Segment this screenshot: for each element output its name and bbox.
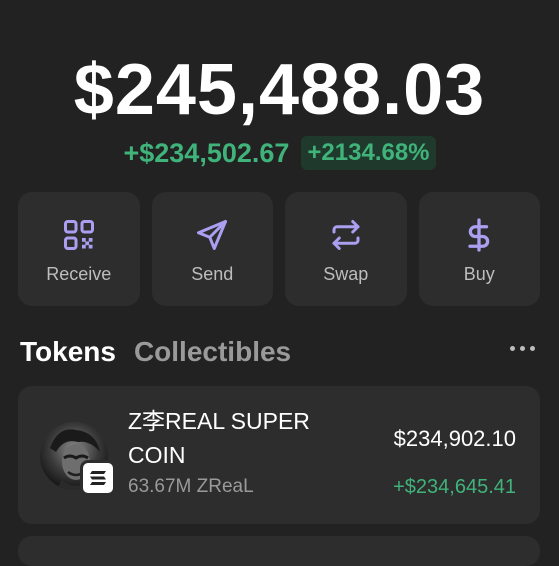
qr-code-icon xyxy=(60,216,98,254)
dot xyxy=(530,346,535,351)
change-amount: +$234,502.67 xyxy=(123,138,290,168)
token-amount: 63.67M ZReaL xyxy=(128,476,254,497)
tab-collectibles[interactable]: Collectibles xyxy=(134,336,291,368)
quick-actions: Receive Send Swap Buy xyxy=(18,192,540,306)
swap-label: Swap xyxy=(323,264,369,284)
dot xyxy=(520,346,525,351)
send-label: Send xyxy=(191,264,234,284)
token-list-item[interactable] xyxy=(18,536,540,566)
buy-button[interactable]: Buy xyxy=(418,192,540,306)
buy-label: Buy xyxy=(463,264,495,284)
send-button[interactable]: Send xyxy=(151,192,273,306)
swap-button[interactable]: Swap xyxy=(285,192,407,306)
asset-tabs: Tokens Collectibles xyxy=(20,336,291,368)
dollar-icon xyxy=(460,216,498,254)
swap-arrows-icon xyxy=(327,216,365,254)
change-percent-badge: +2134.68% xyxy=(301,136,436,170)
receive-label: Receive xyxy=(46,264,112,284)
token-name: Z李REAL SUPER COIN xyxy=(128,408,310,468)
token-list-item[interactable]: Z李REAL SUPER COIN 63.67M ZReaL $234,902.… xyxy=(18,386,540,524)
send-arrow-icon xyxy=(193,216,231,254)
solana-icon xyxy=(80,460,116,496)
dot xyxy=(510,346,515,351)
balance-change-row: +$234,502.67 +2134.68% xyxy=(0,136,559,170)
total-balance: $245,488.03 xyxy=(73,50,486,130)
token-pnl: +$234,645.41 xyxy=(393,476,516,498)
receive-button[interactable]: Receive xyxy=(18,192,140,306)
more-options-icon[interactable] xyxy=(510,346,535,351)
token-value: $234,902.10 xyxy=(393,426,516,451)
tab-tokens[interactable]: Tokens xyxy=(20,336,116,368)
